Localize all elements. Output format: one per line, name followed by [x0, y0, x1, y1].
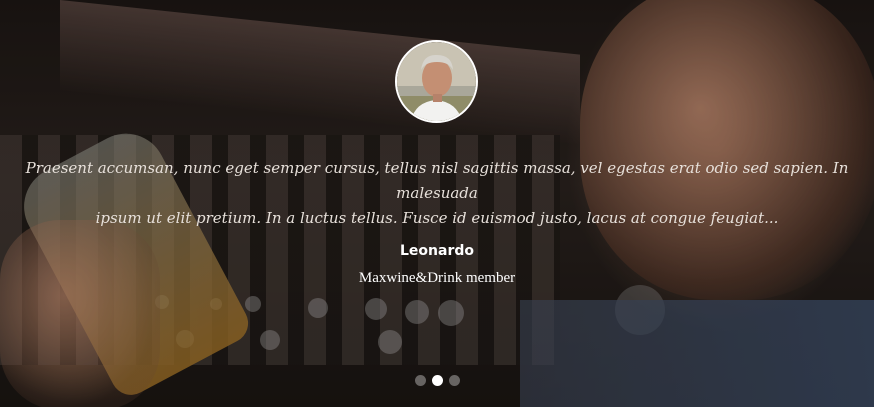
quote-line: ipsum ut elit pretium. In a luctus tellu…: [95, 209, 779, 227]
carousel-pagination: [0, 375, 874, 386]
quote-line: Praesent accumsan, nunc eget semper curs…: [25, 159, 849, 202]
author-role: Maxwine&Drink member: [358, 270, 516, 286]
testimonial-quote: Praesent accumsan, nunc eget semper curs…: [0, 156, 874, 231]
carousel-dot-3[interactable]: [448, 375, 460, 386]
carousel-dot-2[interactable]: [431, 375, 443, 386]
testimonial-slide: Praesent accumsan, nunc eget semper curs…: [0, 0, 874, 407]
carousel-dot-1[interactable]: [414, 375, 426, 386]
author-name: Leonardo: [400, 243, 474, 259]
person-avatar-icon: [397, 42, 476, 121]
author-avatar: [395, 40, 478, 123]
